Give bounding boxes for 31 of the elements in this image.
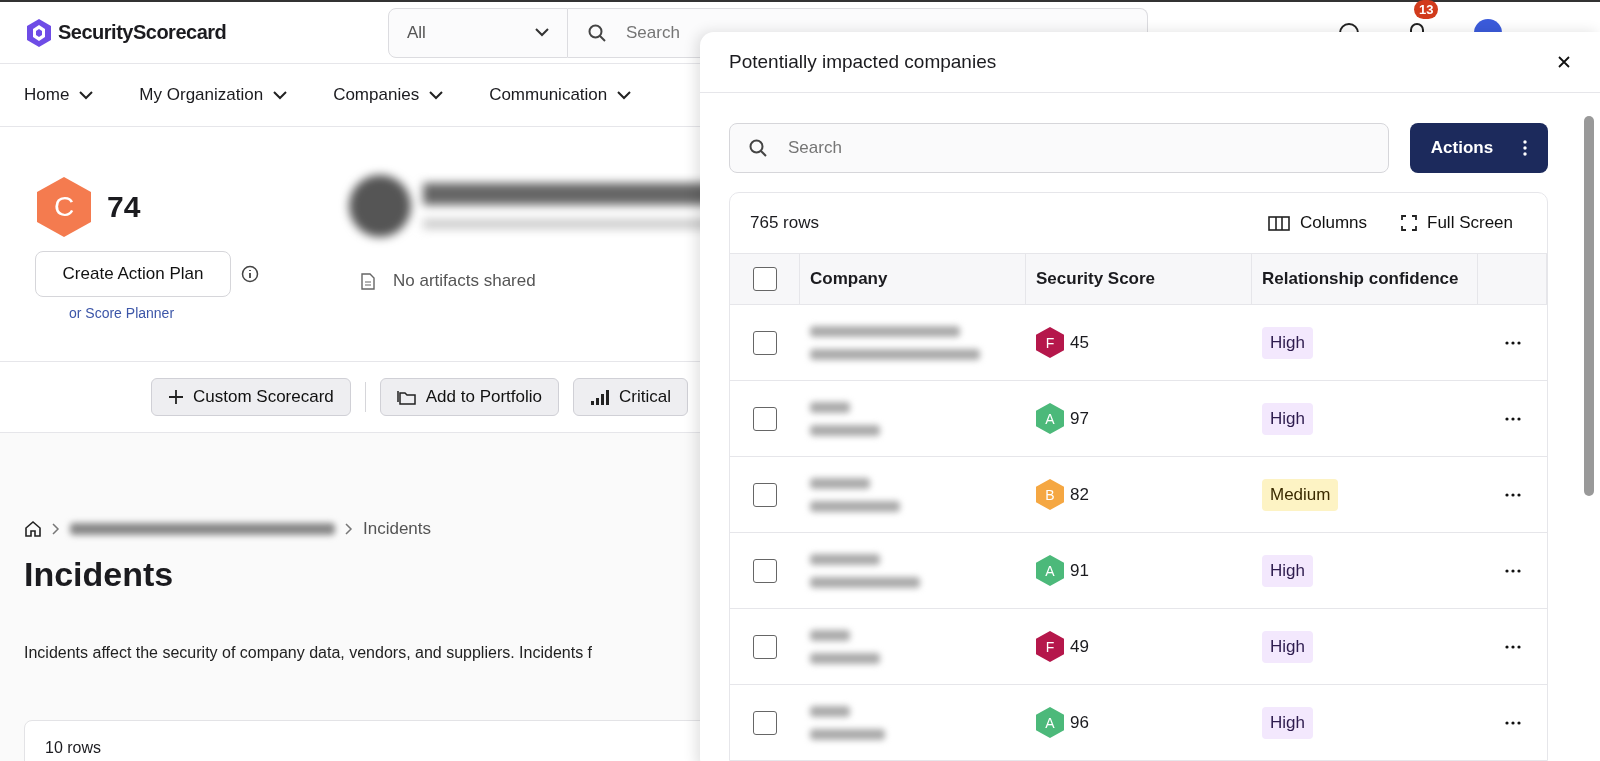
artifacts-status: No artifacts shared <box>393 271 536 291</box>
grade-badge: A <box>1036 707 1064 738</box>
score-value: 97 <box>1070 408 1089 429</box>
column-header: Company <box>800 254 1026 304</box>
confidence-tag: High <box>1262 326 1313 359</box>
grade-badge: F <box>1036 631 1064 662</box>
score-value: 45 <box>1070 332 1089 353</box>
notification-badge: 13 <box>1414 0 1439 19</box>
brand-name: SecurityScorecard <box>58 21 227 44</box>
score-value: 74 <box>107 190 141 224</box>
confidence-tag: High <box>1262 554 1313 587</box>
confidence-tag: High <box>1262 706 1313 739</box>
grade-badge: B <box>1036 479 1064 510</box>
grade-badge: A <box>1036 555 1064 586</box>
page-description: Incidents affect the security of company data, vendors, and suppliers. Incidents f <box>24 644 593 662</box>
breadcrumb-current: Incidents <box>363 519 432 539</box>
grade-badge: F <box>1036 327 1064 358</box>
row-count: 765 rows <box>750 213 819 233</box>
score-value: 82 <box>1070 484 1089 505</box>
confidence-tag: Medium <box>1262 478 1339 511</box>
score-value: 96 <box>1070 712 1089 733</box>
confidence-tag: High <box>1262 402 1313 435</box>
score-value: 49 <box>1070 636 1089 657</box>
score-value: 91 <box>1070 560 1089 581</box>
page-title: Incidents <box>24 555 174 594</box>
confidence-tag: High <box>1262 630 1313 663</box>
column-header: Security Score <box>1026 254 1252 304</box>
column-header: Relationship confidence <box>1252 254 1478 304</box>
grade-badge: A <box>1036 403 1064 434</box>
row-count: 10 rows <box>45 739 102 756</box>
grade-badge: C <box>37 177 91 237</box>
